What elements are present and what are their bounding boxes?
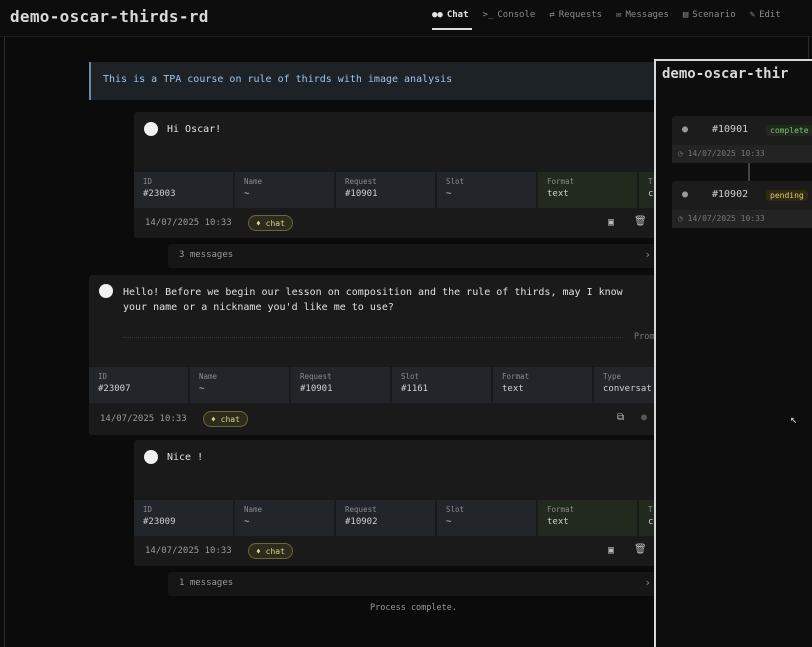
tab-scenario-label: Scenario [692,10,736,20]
status-badge: complete [766,125,812,136]
meta-format: Format text [538,500,637,536]
message-card: Nice ! ID #23009 Name ~ Request #10902 Slot… [134,440,659,566]
tab-console-label: Console [497,10,536,20]
message-card: Hi Oscar! ID #23003 Name ~ Request #10901 S… [134,112,659,238]
tag-icon: ♦ [256,219,261,228]
terminal-icon: >_ [482,10,494,20]
status-badge: pending [766,190,808,201]
meta-id: ID #23007 [89,367,188,403]
tab-messages-label: Messages [625,10,669,20]
tag-icon: ♦ [211,415,216,424]
tab-messages[interactable]: ✉ Messages [616,10,669,20]
request-item[interactable]: ● #10902 pending ◷ 14/07/2025 10:33 [672,181,812,228]
clock-icon: ◷ [678,214,683,223]
chat-tag[interactable]: ♦ chat [248,543,293,559]
meta-id: ID #23003 [134,172,233,208]
thread-count-row[interactable]: 1 messages › [168,572,659,596]
copy-icon[interactable]: ⧉ [617,412,624,423]
swap-icon: ⇄ [549,10,555,20]
main-nav: ●● Chat >_ Console ⇄ Requests ✉ Messages… [432,10,781,20]
message-text-line1: Hello! Before we begin our lesson on com… [123,287,623,298]
trash-icon[interactable]: 🗑 [634,216,647,227]
toggle-icon[interactable]: ● [641,412,647,423]
thread-count-row[interactable]: 3 messages › [168,244,659,268]
request-item[interactable]: ● #10901 complete ◷ 14/07/2025 10:33 [672,116,812,163]
avatar [144,450,158,464]
divider [123,337,623,338]
app-title: demo-oscar-thirds-rd [10,7,209,26]
add-icon[interactable]: ▣ [608,217,614,228]
message-card: Hello! Before we begin our lesson on com… [89,275,659,435]
tab-requests-label: Requests [558,10,603,20]
thread-count: 1 messages [179,578,234,588]
users-icon: ●● [432,10,443,20]
tab-chat[interactable]: ●● Chat [432,10,469,20]
meta-request: Request #10901 [336,172,435,208]
meta-name: Name ~ [235,172,334,208]
chat-tag[interactable]: ♦ chat [203,411,248,427]
request-id: #10902 [712,189,749,200]
message-timestamp: 14/07/2025 10:33 [100,414,187,424]
mouse-cursor-icon: ↖ [790,412,798,426]
person-icon: ● [682,189,689,200]
message-text-line2: your name or a nickname you'd like me to… [123,302,394,313]
pencil-icon: ✎ [749,10,756,20]
meta-type: Type conversat [594,367,659,403]
chevron-right-icon: › [644,248,651,261]
meta-slot: Slot ~ [437,172,536,208]
tab-edit[interactable]: ✎ Edit [750,10,781,20]
avatar [144,122,158,136]
tab-edit-label: Edit [759,10,781,20]
meta-slot: Slot ~ [437,500,536,536]
prompt-label: Prom [634,332,655,342]
meta-name: Name ~ [235,500,334,536]
request-timestamp: ◷ 14/07/2025 10:33 [672,210,812,228]
add-icon[interactable]: ▣ [608,545,614,556]
request-connector [748,163,750,181]
message-text: Nice ! [167,452,204,463]
thread-count: 3 messages [179,250,234,260]
tab-chat-label: Chat [446,10,469,20]
tag-icon: ♦ [256,547,261,556]
trash-icon[interactable]: 🗑 [634,544,647,555]
tab-requests[interactable]: ⇄ Requests [549,10,602,20]
envelope-icon: ✉ [616,10,622,20]
clock-icon: ◷ [678,149,683,158]
message-timestamp: 14/07/2025 10:33 [145,218,232,228]
meta-format: Format text [538,172,637,208]
person-icon: ● [682,124,689,135]
tab-scenario[interactable]: ▤ Scenario [683,10,736,20]
course-banner: This is a TPA course on rule of thirds w… [89,62,659,100]
active-tab-indicator [432,28,472,30]
process-status: Process complete. [370,603,457,613]
meta-request: Request #10902 [336,500,435,536]
request-id: #10901 [712,124,749,135]
message-timestamp: 14/07/2025 10:33 [145,546,232,556]
request-panel: demo-oscar-thir ● #10901 complete ◷ 14/0… [654,59,812,647]
meta-name: Name ~ [190,367,289,403]
chat-tag[interactable]: ♦ chat [248,215,293,231]
film-icon: ▤ [682,10,689,20]
meta-request: Request #10901 [291,367,390,403]
message-text: Hi Oscar! [167,124,222,135]
avatar [99,284,113,298]
top-bar: demo-oscar-thirds-rd ●● Chat >_ Console … [0,0,812,37]
banner-text: This is a TPA course on rule of thirds w… [103,74,453,85]
meta-format: Format text [493,367,592,403]
meta-slot: Slot #1161 [392,367,491,403]
app-frame: demo-oscar-thirds-rd ●● Chat >_ Console … [0,0,812,647]
meta-id: ID #23009 [134,500,233,536]
tab-console[interactable]: >_ Console [483,10,536,20]
chevron-right-icon: › [644,576,651,589]
request-timestamp: ◷ 14/07/2025 10:33 [672,145,812,163]
panel-title: demo-oscar-thir [662,66,789,82]
